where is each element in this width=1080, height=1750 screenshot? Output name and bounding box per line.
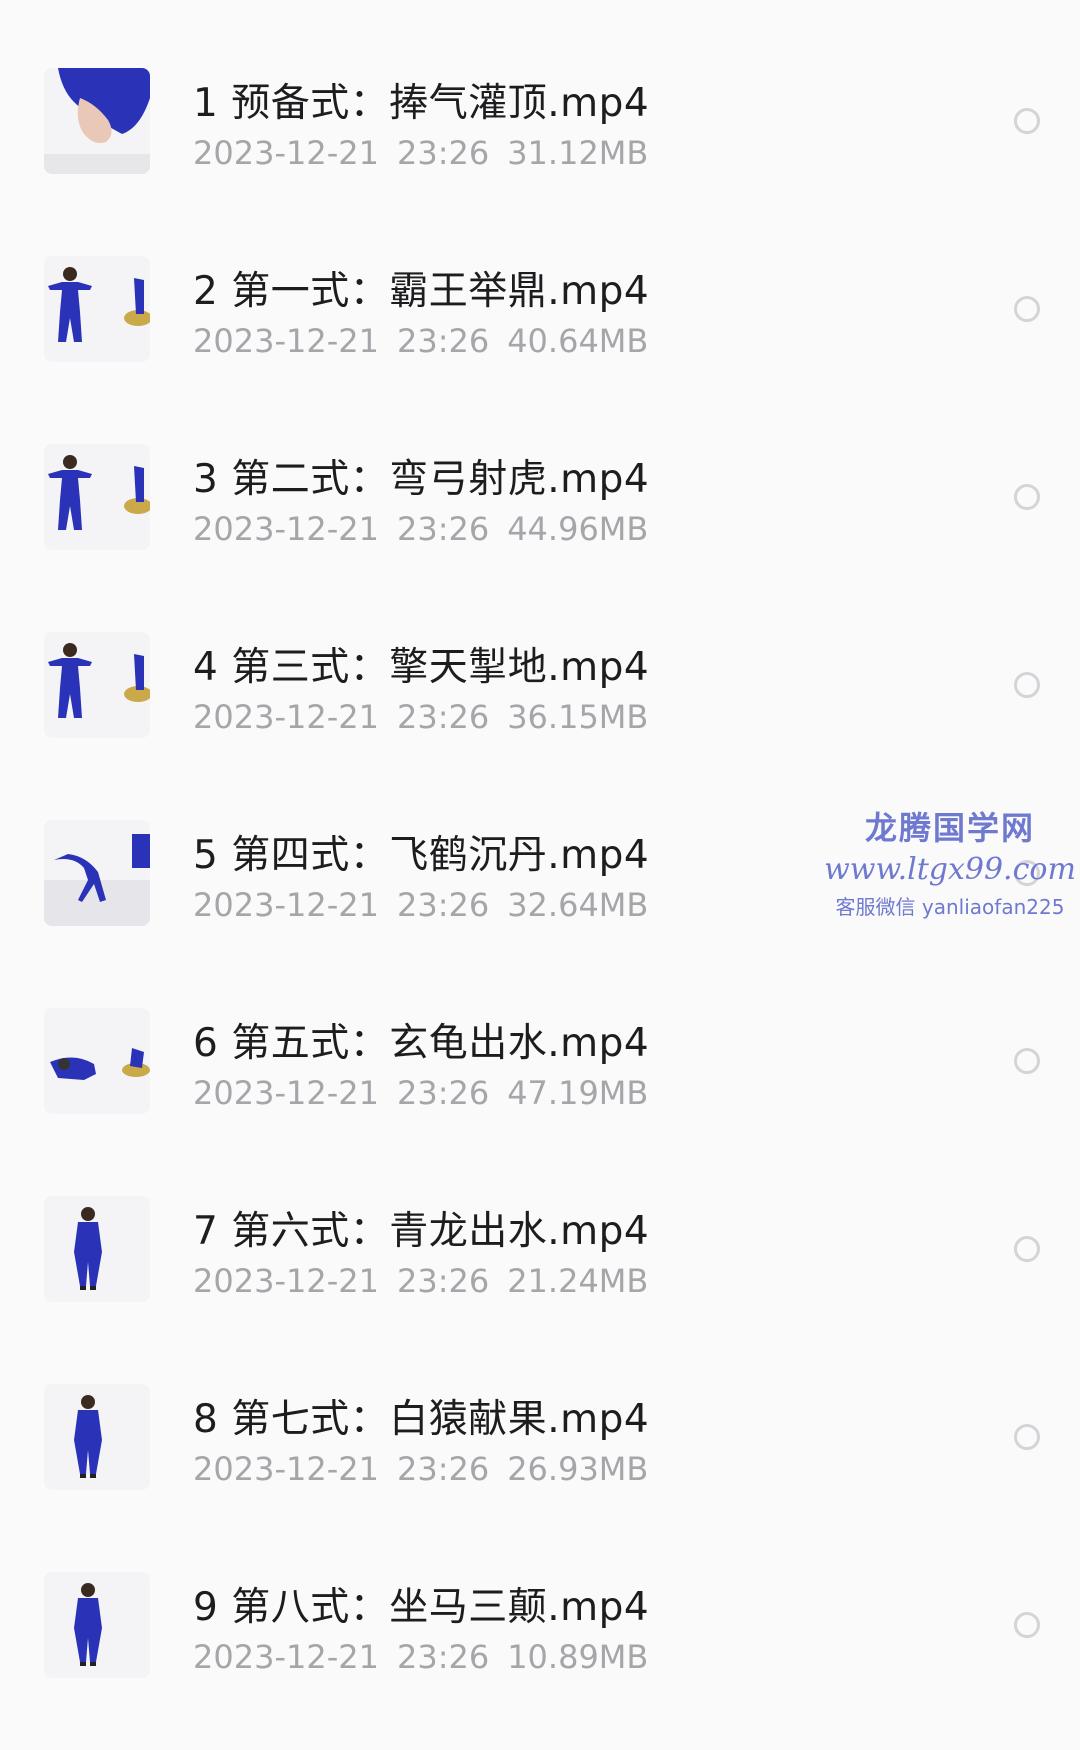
select-radio[interactable] bbox=[1014, 1424, 1040, 1450]
file-meta: 2023-12-21 23:26 31.12MB bbox=[193, 134, 666, 172]
file-name: 1 预备式：捧气灌顶.mp4 bbox=[193, 81, 650, 126]
select-radio[interactable] bbox=[1014, 860, 1040, 886]
file-meta: 2023-12-21 23:26 40.64MB bbox=[193, 322, 666, 360]
file-meta: 2023-12-21 23:26 32.64MB bbox=[193, 886, 666, 924]
file-meta: 2023-12-21 23:26 36.15MB bbox=[193, 698, 666, 736]
file-date: 2023-12-21 bbox=[193, 322, 379, 360]
select-radio[interactable] bbox=[1014, 1048, 1040, 1074]
file-row[interactable]: 8 第七式：白猿献果.mp4 2023-12-21 23:26 26.93MB bbox=[0, 1316, 1080, 1504]
file-name: 6 第五式：玄龟出水.mp4 bbox=[193, 1021, 650, 1066]
video-thumbnail bbox=[44, 68, 150, 174]
file-name: 9 第八式：坐马三颠.mp4 bbox=[193, 1585, 650, 1630]
file-date: 2023-12-21 bbox=[193, 1450, 379, 1488]
video-thumbnail bbox=[44, 632, 150, 738]
file-date: 2023-12-21 bbox=[193, 510, 379, 548]
file-size: 36.15MB bbox=[507, 698, 649, 736]
file-name: 5 第四式：飞鹤沉丹.mp4 bbox=[193, 833, 650, 878]
select-radio[interactable] bbox=[1014, 1612, 1040, 1638]
file-size: 10.89MB bbox=[507, 1638, 649, 1676]
video-thumbnail bbox=[44, 256, 150, 362]
file-date: 2023-12-21 bbox=[193, 134, 379, 172]
select-radio[interactable] bbox=[1014, 1236, 1040, 1262]
file-size: 44.96MB bbox=[507, 510, 649, 548]
file-size: 26.93MB bbox=[507, 1450, 649, 1488]
file-size: 32.64MB bbox=[507, 886, 649, 924]
file-name: 7 第六式：青龙出水.mp4 bbox=[193, 1209, 650, 1254]
file-date: 2023-12-21 bbox=[193, 1262, 379, 1300]
select-radio[interactable] bbox=[1014, 672, 1040, 698]
file-meta: 2023-12-21 23:26 21.24MB bbox=[193, 1262, 666, 1300]
file-date: 2023-12-21 bbox=[193, 1638, 379, 1676]
video-thumbnail bbox=[44, 1384, 150, 1490]
file-name: 4 第三式：擎天掣地.mp4 bbox=[193, 645, 650, 690]
file-row[interactable]: 7 第六式：青龙出水.mp4 2023-12-21 23:26 21.24MB bbox=[0, 1128, 1080, 1316]
video-thumbnail bbox=[44, 1572, 150, 1678]
file-size: 40.64MB bbox=[507, 322, 649, 360]
file-meta: 2023-12-21 23:26 26.93MB bbox=[193, 1450, 666, 1488]
video-thumbnail bbox=[44, 444, 150, 550]
file-meta: 2023-12-21 23:26 44.96MB bbox=[193, 510, 666, 548]
file-time: 23:26 bbox=[396, 886, 490, 924]
file-time: 23:26 bbox=[396, 1450, 490, 1488]
file-time: 23:26 bbox=[396, 1638, 490, 1676]
file-time: 23:26 bbox=[396, 510, 490, 548]
file-row[interactable]: 4 第三式：擎天掣地.mp4 2023-12-21 23:26 36.15MB bbox=[0, 564, 1080, 752]
select-radio[interactable] bbox=[1014, 484, 1040, 510]
file-row[interactable]: 5 第四式：飞鹤沉丹.mp4 2023-12-21 23:26 32.64MB bbox=[0, 752, 1080, 940]
video-thumbnail bbox=[44, 1008, 150, 1114]
file-name: 2 第一式：霸王举鼎.mp4 bbox=[193, 269, 650, 314]
select-radio[interactable] bbox=[1014, 108, 1040, 134]
file-row[interactable]: 9 第八式：坐马三颠.mp4 2023-12-21 23:26 10.89MB bbox=[0, 1504, 1080, 1692]
file-meta: 2023-12-21 23:26 10.89MB bbox=[193, 1638, 666, 1676]
video-thumbnail bbox=[44, 1196, 150, 1302]
file-size: 31.12MB bbox=[507, 134, 649, 172]
file-row[interactable]: 6 第五式：玄龟出水.mp4 2023-12-21 23:26 47.19MB bbox=[0, 940, 1080, 1128]
file-row[interactable]: 1 预备式：捧气灌顶.mp4 2023-12-21 23:26 31.12MB bbox=[0, 0, 1080, 188]
file-meta: 2023-12-21 23:26 47.19MB bbox=[193, 1074, 666, 1112]
file-row[interactable]: 3 第二式：弯弓射虎.mp4 2023-12-21 23:26 44.96MB bbox=[0, 376, 1080, 564]
file-name: 3 第二式：弯弓射虎.mp4 bbox=[193, 457, 650, 502]
file-date: 2023-12-21 bbox=[193, 1074, 379, 1112]
file-time: 23:26 bbox=[396, 322, 490, 360]
file-size: 21.24MB bbox=[507, 1262, 649, 1300]
file-size: 47.19MB bbox=[507, 1074, 649, 1112]
file-name: 8 第七式：白猿献果.mp4 bbox=[193, 1397, 650, 1442]
file-time: 23:26 bbox=[396, 698, 490, 736]
file-date: 2023-12-21 bbox=[193, 698, 379, 736]
video-thumbnail bbox=[44, 820, 150, 926]
file-time: 23:26 bbox=[396, 134, 490, 172]
file-time: 23:26 bbox=[396, 1074, 490, 1112]
file-time: 23:26 bbox=[396, 1262, 490, 1300]
file-row[interactable]: 2 第一式：霸王举鼎.mp4 2023-12-21 23:26 40.64MB bbox=[0, 188, 1080, 376]
select-radio[interactable] bbox=[1014, 296, 1040, 322]
file-date: 2023-12-21 bbox=[193, 886, 379, 924]
